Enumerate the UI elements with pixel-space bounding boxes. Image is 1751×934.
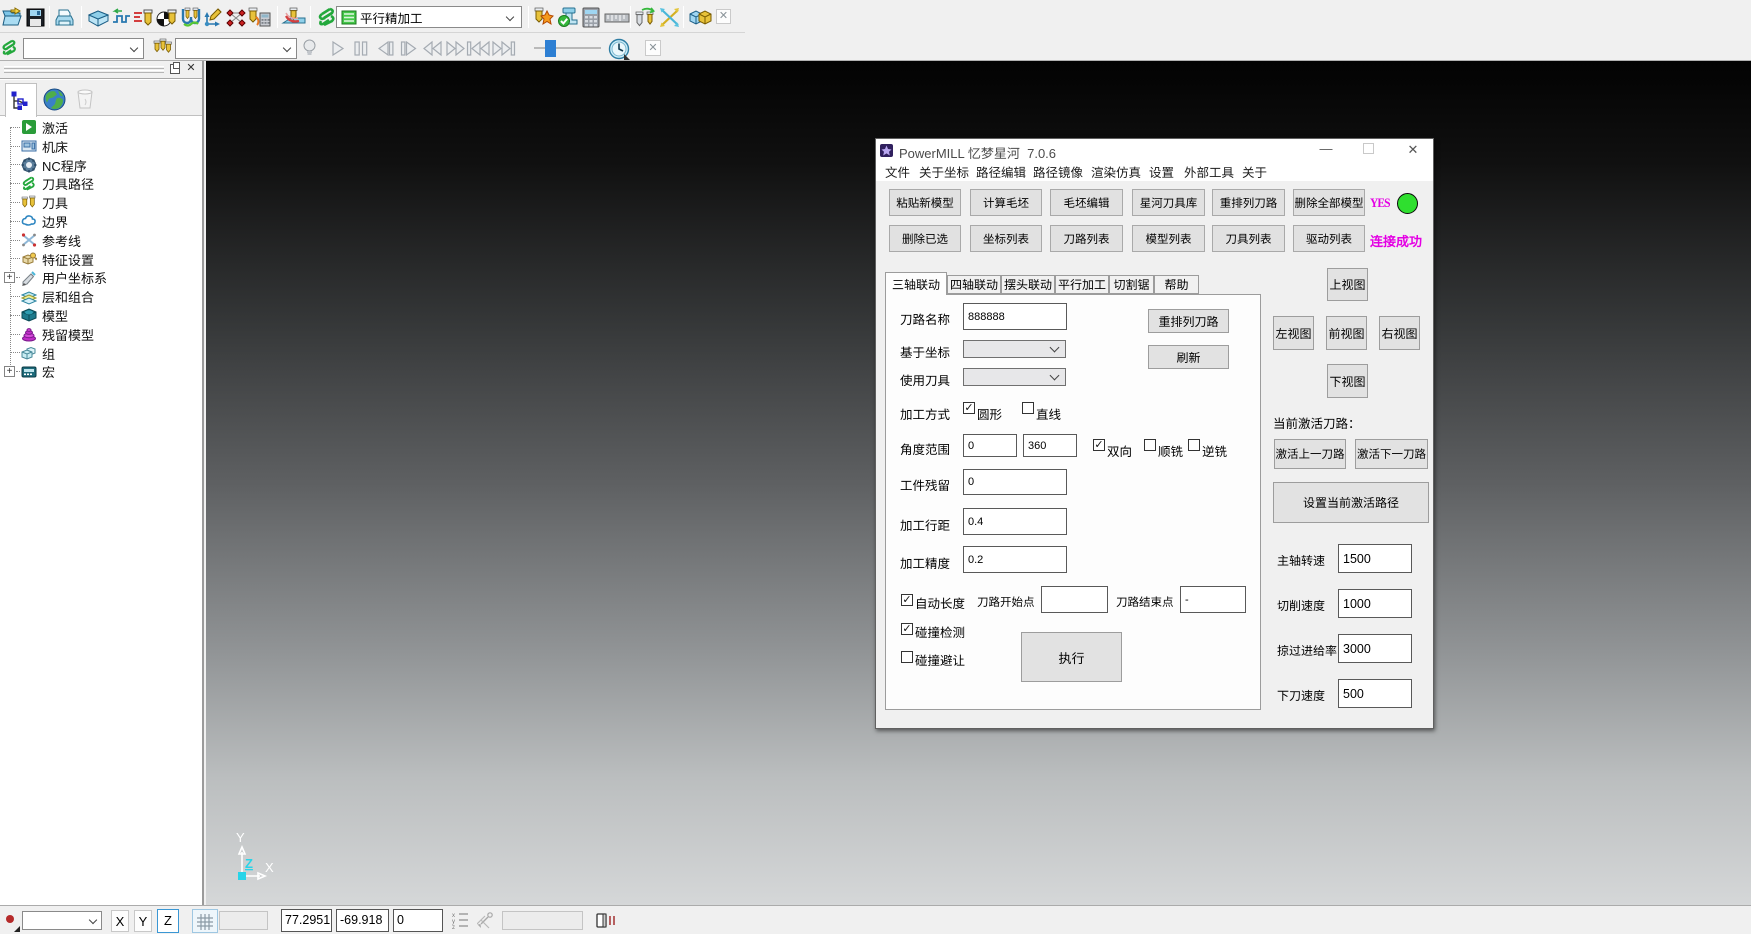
svg-text:Z: Z xyxy=(245,856,253,871)
svg-text:z: z xyxy=(452,925,455,930)
svg-text:Y: Y xyxy=(236,830,245,845)
svg-text:X: X xyxy=(265,860,274,875)
